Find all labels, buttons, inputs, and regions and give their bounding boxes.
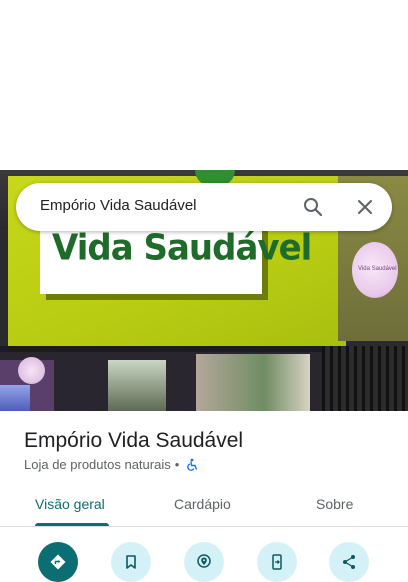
nearby-icon	[197, 554, 211, 568]
separator-dot: •	[174, 457, 180, 472]
search-bar[interactable]: Empório Vida Saudável	[16, 183, 392, 231]
store-sign-text: Vida Saudável	[52, 227, 312, 269]
send-to-phone-button[interactable]	[257, 542, 297, 582]
store-window	[196, 354, 310, 411]
directions-icon	[50, 554, 66, 570]
place-subtitle: Loja de produtos naturais •	[24, 457, 199, 472]
map-blank-area	[0, 0, 408, 170]
save-button[interactable]	[111, 542, 151, 582]
tab-overview[interactable]: Visão geral	[35, 496, 105, 512]
tab-divider	[0, 526, 408, 527]
round-sign-text: Vida Saudável	[358, 266, 397, 272]
metal-gate	[322, 346, 408, 411]
place-title: Empório Vida Saudável	[24, 429, 244, 452]
store-window	[108, 360, 166, 411]
bookmark-icon	[126, 555, 136, 569]
close-icon[interactable]	[353, 195, 377, 219]
small-round-sign	[18, 357, 45, 384]
share-icon	[343, 555, 355, 569]
directions-button[interactable]	[38, 542, 78, 582]
nearby-button[interactable]	[184, 542, 224, 582]
share-button[interactable]	[329, 542, 369, 582]
tab-about[interactable]: Sobre	[316, 496, 353, 512]
wheelchair-icon[interactable]	[185, 458, 199, 472]
search-icon[interactable]	[301, 195, 325, 219]
search-input[interactable]: Empório Vida Saudável	[40, 197, 197, 214]
place-category[interactable]: Loja de produtos naturais	[24, 457, 171, 472]
tab-menu[interactable]: Cardápio	[174, 496, 231, 512]
send-to-phone-icon	[272, 554, 282, 570]
